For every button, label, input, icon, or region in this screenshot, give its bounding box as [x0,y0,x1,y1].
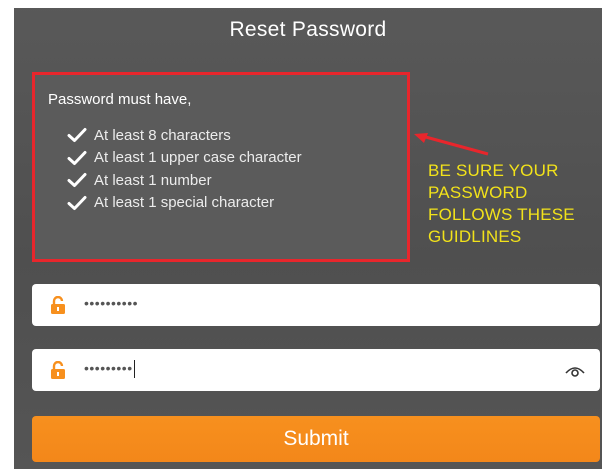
password-value: •••••••••• [84,295,139,311]
annotation-arrow [414,133,489,156]
confirm-password-input[interactable]: ••••••••• [32,349,600,391]
requirement-text: At least 8 characters [94,126,231,144]
requirement-item: At least 1 number [67,169,302,192]
annotation-note: BE SURE YOUR PASSWORD FOLLOWS THESE GUID… [428,160,575,248]
lock-icon [51,361,65,379]
eye-icon[interactable] [564,362,586,378]
password-input[interactable]: •••••••••• [32,284,600,326]
submit-button[interactable]: Submit [32,416,600,462]
annotation-line: GUIDLINES [428,227,522,246]
annotation-line: PASSWORD [428,183,528,202]
confirm-password-value: ••••••••• [84,360,135,379]
requirement-text: At least 1 upper case character [94,149,302,167]
check-icon [67,150,87,165]
requirement-text: At least 1 number [94,171,212,189]
annotation-line: BE SURE YOUR [428,161,559,180]
confirm-password-text: ••••••••• [84,360,133,376]
check-icon [67,195,87,210]
text-caret [133,360,135,379]
check-icon [67,173,87,188]
requirement-item: At least 8 characters [67,124,302,147]
check-icon [67,128,87,143]
requirement-item: At least 1 upper case character [67,147,302,170]
requirements-heading: Password must have, [48,91,192,108]
requirement-text: At least 1 special character [94,194,275,212]
annotation-line: FOLLOWS THESE [428,205,575,224]
requirements-list: At least 8 characters At least 1 upper c… [67,124,302,214]
top-strip [14,0,602,8]
page-title: Reset Password [229,18,387,41]
requirement-item: At least 1 special character [67,192,302,215]
reset-password-panel: Reset Password Password must have, At le… [14,0,602,469]
lock-icon [51,296,65,314]
password-requirements-box: Password must have, At least 8 character… [32,72,410,262]
